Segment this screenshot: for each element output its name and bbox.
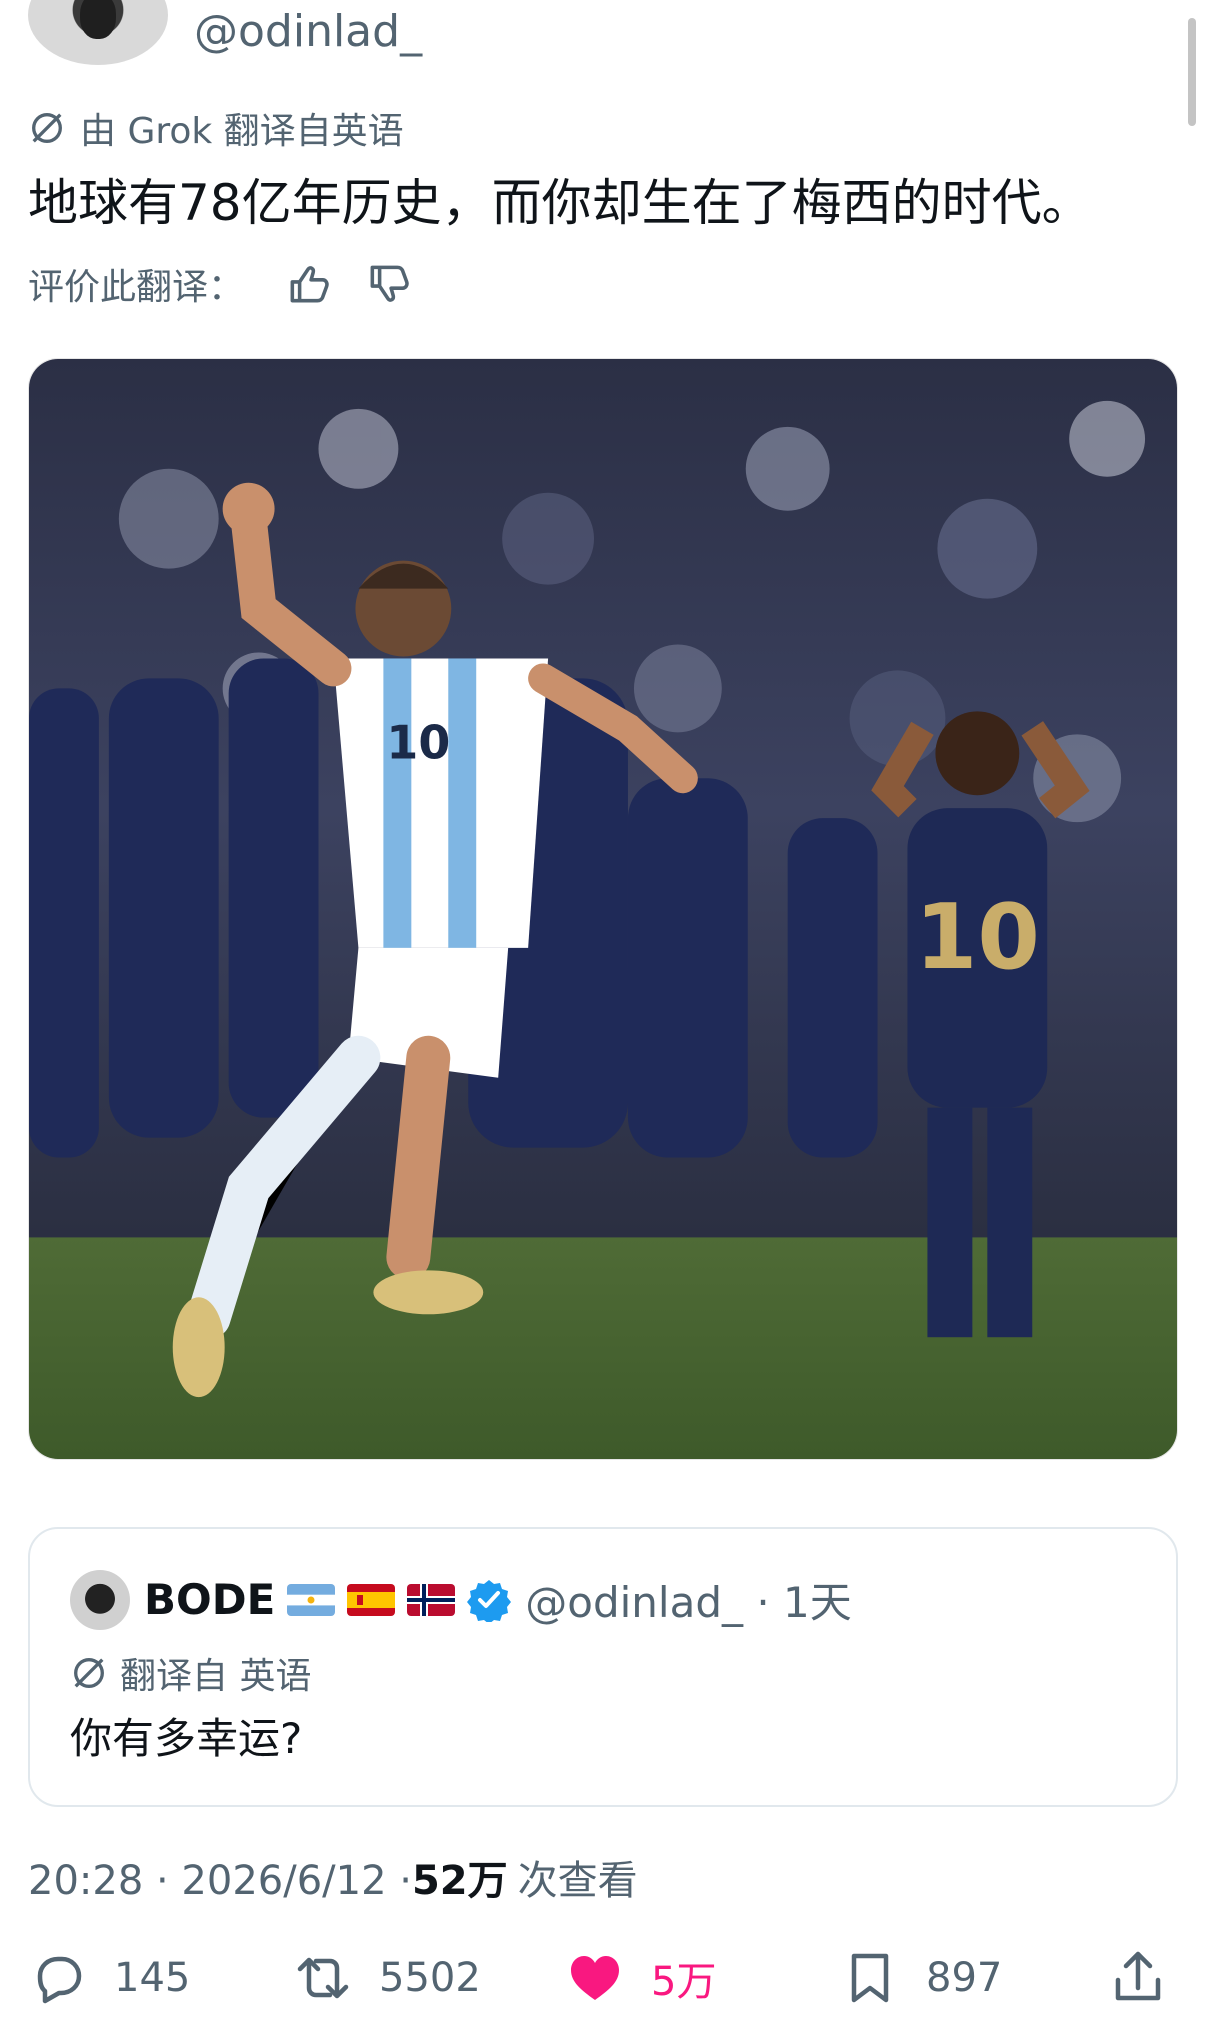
thumbs-up-icon[interactable] — [284, 259, 334, 309]
view-count: 52万 — [411, 1858, 508, 1904]
norway-flag-icon — [407, 1583, 456, 1616]
tweet-text: 地球有78亿年历史，而你却生在了梅西的时代。 — [28, 174, 1092, 232]
reply-icon — [37, 1956, 82, 2004]
tweet-meta: 20:28 · 2026/6/12 · 52万 次查看 — [28, 1848, 638, 1906]
quoted-tweet[interactable]: BODE @odinlad_ · 1天 翻译自 英语 你有多幸运? — [28, 1527, 1178, 1807]
action-bar: 145 5502 5万 897 — [0, 1948, 1206, 2028]
translation-notice: 由 Grok 翻译自英语 — [28, 102, 404, 154]
grok-icon — [74, 1658, 104, 1688]
quoted-tweet-text: 你有多幸运? — [70, 1714, 303, 1763]
retweet-icon — [297, 1957, 349, 1999]
rate-translation-row: 评价此翻译： — [28, 258, 414, 310]
bookmark-icon — [851, 1953, 889, 2003]
timestamp[interactable]: 20:28 · 2026/6/12 · — [28, 1858, 412, 1904]
retweet-count: 5502 — [379, 1955, 481, 2001]
quoted-translation-text: 翻译自 英语 — [120, 1656, 312, 1697]
grok-icon — [32, 113, 62, 143]
svg-text:10: 10 — [915, 886, 1040, 990]
bookmark-count: 897 — [926, 1955, 1003, 2001]
reply-button[interactable]: 145 — [28, 1948, 190, 2008]
scrollbar[interactable] — [1188, 18, 1196, 126]
football-celebration-photo: 10 10 — [29, 359, 1177, 1459]
bookmark-button[interactable]: 897 — [840, 1948, 1002, 2008]
verified-badge-icon — [467, 1579, 512, 1622]
author-handle[interactable]: @odinlad_ — [194, 6, 422, 57]
translation-notice-text: 由 Grok 翻译自英语 — [80, 111, 404, 152]
quoted-translation-notice: 翻译自 英语 — [70, 1647, 311, 1699]
tweet-photo[interactable]: 10 10 — [28, 358, 1178, 1460]
quoted-handle-time[interactable]: @odinlad_ · 1天 — [525, 1569, 852, 1630]
like-button[interactable]: 5万 — [565, 1948, 716, 2008]
thumbs-down-icon[interactable] — [364, 259, 414, 309]
rate-translation-label: 评价此翻译： — [28, 267, 245, 308]
share-button[interactable] — [1108, 1948, 1168, 2008]
view-label: 次查看 — [517, 1858, 638, 1904]
retweet-button[interactable]: 5502 — [293, 1948, 481, 2008]
share-icon — [1115, 1951, 1161, 2001]
argentina-flag-icon — [287, 1583, 336, 1616]
heart-icon — [571, 1956, 619, 2000]
avatar[interactable] — [28, 0, 168, 65]
svg-text:10: 10 — [386, 715, 450, 769]
reply-count: 145 — [114, 1955, 191, 2001]
tweet-header: @odinlad_ — [28, 0, 422, 70]
spain-flag-icon — [347, 1583, 396, 1616]
like-count: 5万 — [651, 1959, 717, 2005]
quoted-avatar[interactable] — [70, 1569, 130, 1630]
quoted-display-name[interactable]: BODE — [144, 1575, 275, 1624]
quoted-tweet-header: BODE @odinlad_ · 1天 — [70, 1569, 852, 1630]
